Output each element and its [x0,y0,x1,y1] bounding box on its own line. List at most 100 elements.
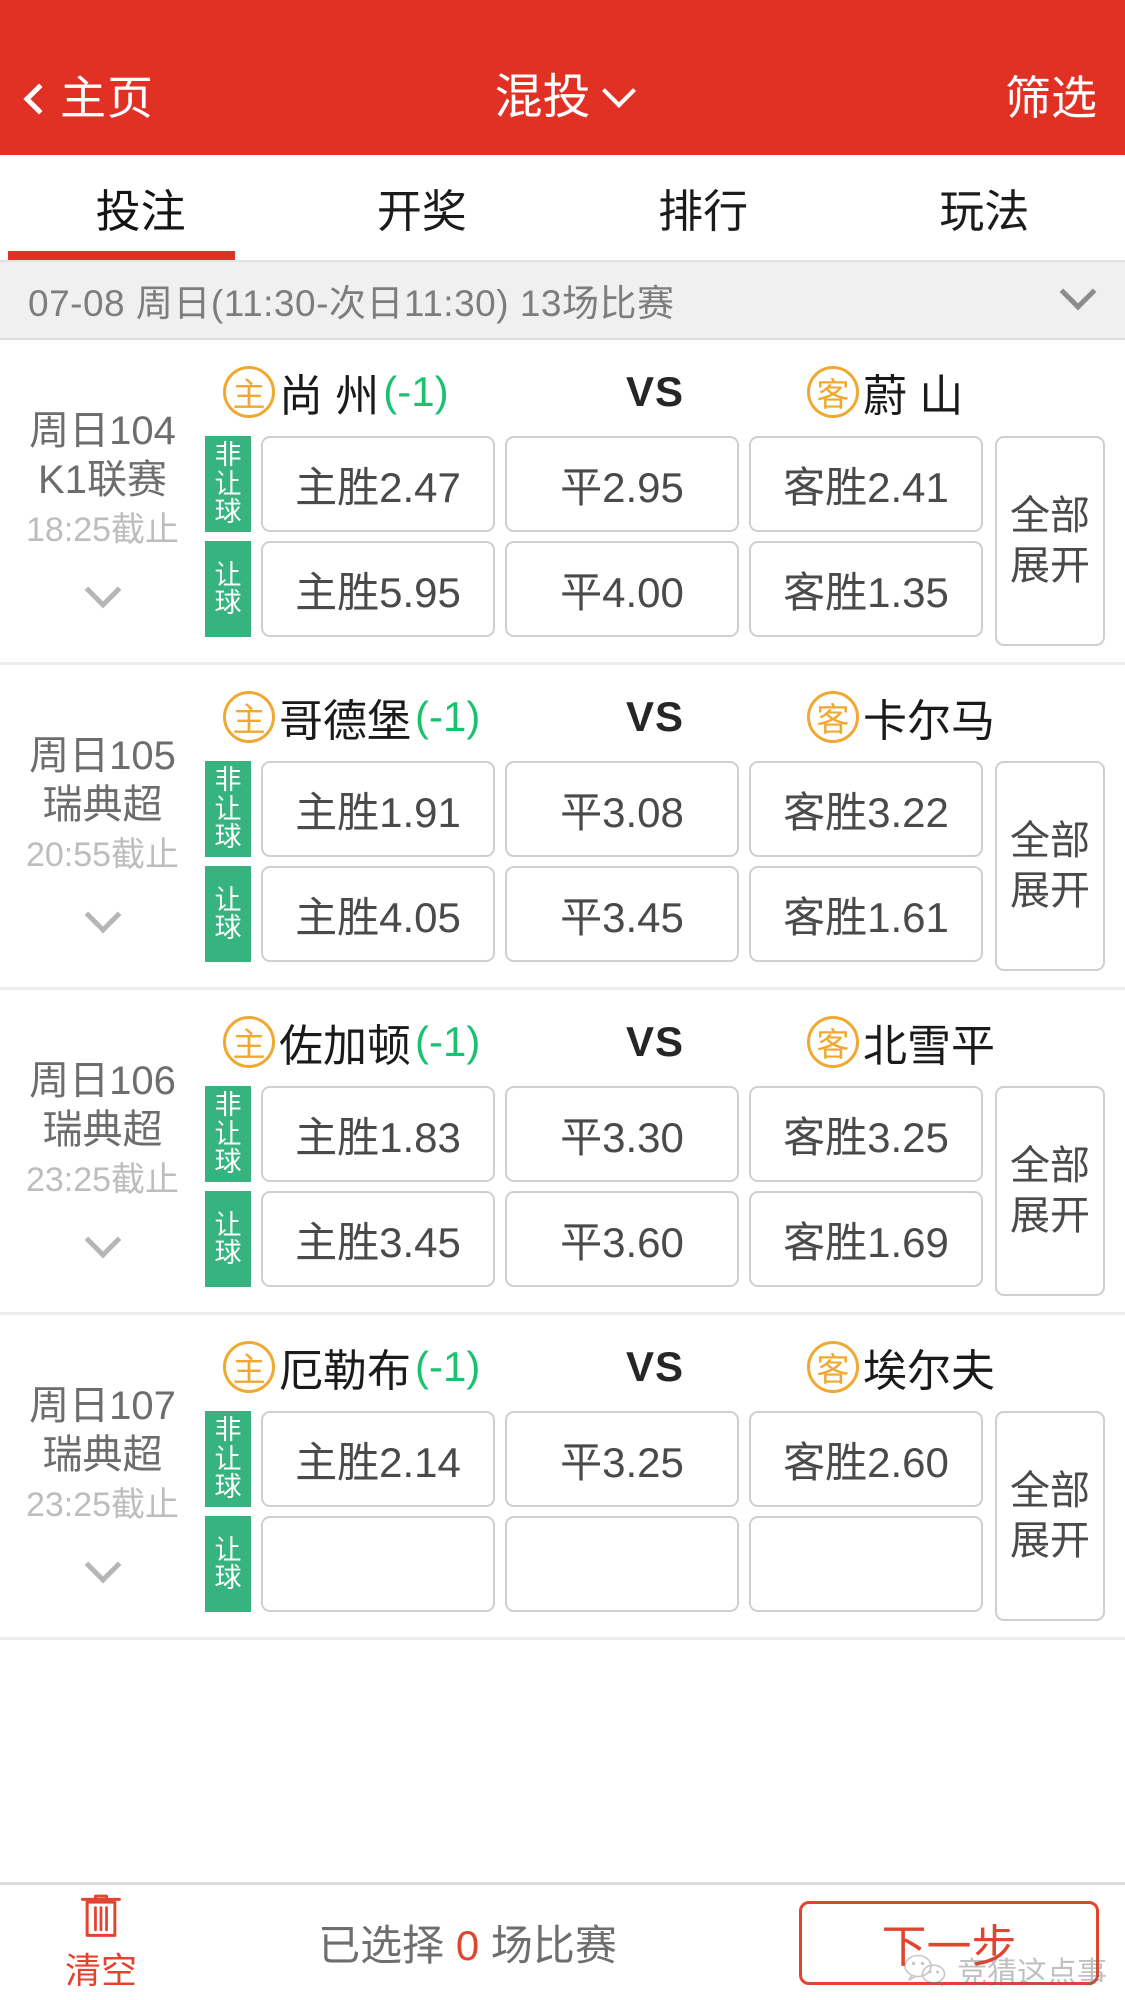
match-cutoff: 20:55截止 [25,836,180,874]
match-meta[interactable]: 周日104 K1联赛 18:25截止 [0,356,205,646]
odds-away-win[interactable]: 客胜3.22 [749,761,983,857]
away-team-name: 埃尔夫 [863,1347,995,1396]
tab-results[interactable]: 开奖 [281,155,562,260]
away-team-name: 北雪平 [863,1022,995,1071]
row-tag-nonhandicap[interactable]: 非 让 球 [205,436,251,532]
tab-ranking[interactable]: 排行 [563,155,844,260]
expand-label-line2: 展开 [1010,869,1090,913]
home-team-name: 尚 州 [279,372,380,421]
row-tag-char: 球 [214,1563,242,1593]
home-team-block: 主 哥德堡 (-1) [205,685,565,749]
chevron-down-icon[interactable] [84,1221,121,1258]
vs-label: VS [625,368,685,415]
row-tag-char: 让 [214,793,242,824]
odds-away-win[interactable]: 客胜2.60 [749,1411,983,1507]
row-tag-handicap[interactable]: 让 球 [205,1516,251,1612]
row-tag-char: 球 [214,822,242,853]
odds-away-win[interactable]: 客胜1.69 [749,1191,983,1287]
odds-draw[interactable]: 平4.00 [505,541,739,637]
odds-home-win[interactable]: 主胜1.83 [261,1086,495,1182]
odds-draw[interactable]: 平2.95 [505,436,739,532]
row-tag-handicap[interactable]: 让 球 [205,1191,251,1287]
match-number: 周日105 [29,734,176,779]
odds-home-win[interactable]: 主胜5.95 [261,541,495,637]
row-tag-char: 非 [214,1415,242,1446]
app-header: 主页 混投 筛选 [0,40,1125,155]
match-cutoff: 23:25截止 [25,1161,180,1199]
odds-home-win[interactable]: 主胜1.91 [261,761,495,857]
odds-rows: 非 让 球 主胜1.83 平3.30 客胜3.25 让 球 主胜3.45 平3.… [205,1086,983,1296]
handicap-value: (-1) [415,693,481,740]
chevron-down-icon[interactable] [601,73,636,108]
odds-row-nonhandicap: 非 让 球 主胜1.91 平3.08 客胜3.22 [205,761,983,857]
row-tag-handicap[interactable]: 让 球 [205,541,251,637]
match-meta[interactable]: 周日107 瑞典超 23:25截止 [0,1331,205,1621]
away-team-name: 卡尔马 [863,697,995,746]
odds-draw[interactable]: 平3.08 [505,761,739,857]
back-button[interactable]: 主页 [23,71,154,124]
odds-row-nonhandicap: 非 让 球 主胜2.14 平3.25 客胜2.60 [205,1411,983,1507]
match-meta[interactable]: 周日105 瑞典超 20:55截止 [0,681,205,971]
next-step-button[interactable]: 下一步 [799,1900,1099,1985]
row-tag-char: 非 [214,765,242,796]
odds-home-win[interactable]: 主胜2.14 [261,1411,495,1507]
match-row: 周日107 瑞典超 23:25截止 主 厄勒布 (-1) VS 客 埃尔夫 非 … [0,1315,1125,1640]
match-row: 周日106 瑞典超 23:25截止 主 佐加顿 (-1) VS 客 北雪平 非 … [0,990,1125,1315]
match-row: 周日105 瑞典超 20:55截止 主 哥德堡 (-1) VS 客 卡尔马 非 … [0,665,1125,990]
row-tag-char: 球 [214,1238,242,1268]
odds-away-win[interactable]: 客胜1.35 [749,541,983,637]
row-tag-char: 球 [214,497,242,528]
odds-home-win[interactable]: 主胜4.05 [261,866,495,962]
odds-away-win[interactable]: 客胜3.25 [749,1086,983,1182]
chevron-down-icon[interactable] [84,571,121,608]
home-badge-icon: 主 [223,1341,275,1393]
odds-grid: 非 让 球 主胜2.14 平3.25 客胜2.60 让 球 全部 展开 [205,1411,1105,1621]
row-tag-nonhandicap[interactable]: 非 让 球 [205,1411,251,1507]
odds-draw[interactable]: 平3.45 [505,866,739,962]
home-team-block: 主 厄勒布 (-1) [205,1335,565,1399]
odds-home-win[interactable]: 主胜3.45 [261,1191,495,1287]
row-tag-nonhandicap[interactable]: 非 让 球 [205,1086,251,1182]
page-title[interactable]: 混投 [494,73,590,122]
row-tag-char: 让 [214,559,242,590]
match-league: 瑞典超 [42,1433,163,1478]
odds-rows: 非 让 球 主胜2.47 平2.95 客胜2.41 让 球 主胜5.95 平4.… [205,436,983,646]
expand-label-line2: 展开 [1010,544,1090,588]
odds-draw[interactable] [505,1516,739,1612]
match-cutoff: 18:25截止 [25,511,180,549]
chevron-down-icon[interactable] [1059,273,1097,311]
home-team-block: 主 佐加顿 (-1) [205,1010,565,1074]
odds-home-win[interactable]: 主胜2.47 [261,436,495,532]
tab-betting[interactable]: 投注 [0,155,281,260]
vs-label: VS [625,693,685,740]
filter-button[interactable]: 筛选 [1005,75,1097,121]
bottom-action-bar: 清空 已选择 0 场比赛 下一步 竞猜这点事 [0,1882,1125,2000]
row-tag-nonhandicap[interactable]: 非 让 球 [205,761,251,857]
expand-label-line1: 全部 [1010,819,1090,863]
odds-grid: 非 让 球 主胜2.47 平2.95 客胜2.41 让 球 主胜5.95 平4.… [205,436,1105,646]
odds-draw[interactable]: 平3.30 [505,1086,739,1182]
row-tag-handicap[interactable]: 让 球 [205,866,251,962]
tab-rules[interactable]: 玩法 [844,155,1125,260]
expand-all-button[interactable]: 全部 展开 [995,1086,1105,1296]
expand-all-button[interactable]: 全部 展开 [995,761,1105,971]
expand-all-button[interactable]: 全部 展开 [995,1411,1105,1621]
home-badge-icon: 主 [223,691,275,743]
selected-prefix: 已选择 [318,1922,456,1969]
odds-draw[interactable]: 平3.60 [505,1191,739,1287]
date-filter-bar[interactable]: 07-08 周日(11:30-次日11:30) 13场比赛 [0,262,1125,340]
chevron-down-icon[interactable] [84,1546,121,1583]
odds-home-win[interactable] [261,1516,495,1612]
expand-all-button[interactable]: 全部 展开 [995,436,1105,646]
match-meta[interactable]: 周日106 瑞典超 23:25截止 [0,1006,205,1296]
chevron-down-icon[interactable] [84,896,121,933]
back-label: 主页 [60,71,154,124]
odds-row-handicap: 让 球 [205,1516,983,1612]
odds-away-win[interactable] [749,1516,983,1612]
odds-away-win[interactable]: 客胜1.61 [749,866,983,962]
match-cutoff: 23:25截止 [25,1486,180,1524]
odds-away-win[interactable]: 客胜2.41 [749,436,983,532]
row-tag-char: 球 [214,588,242,618]
home-badge-icon: 主 [223,1016,275,1068]
odds-draw[interactable]: 平3.25 [505,1411,739,1507]
